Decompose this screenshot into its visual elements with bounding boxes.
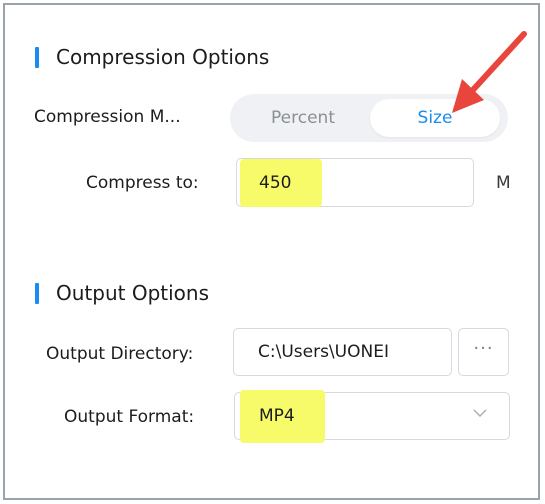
- compress-unit-label: M: [496, 173, 511, 193]
- section-accent-bar: [35, 46, 39, 68]
- output-directory-input[interactable]: C:\Users\UONEI: [233, 328, 452, 376]
- compression-section-title: Compression Options: [56, 45, 270, 69]
- output-format-label: Output Format:: [64, 407, 195, 427]
- chevron-down-icon[interactable]: [472, 405, 488, 421]
- browse-directory-button[interactable]: ···: [458, 328, 509, 376]
- output-format-value: MP4: [259, 406, 295, 426]
- compression-mode-label: Compression M...: [34, 107, 181, 127]
- output-directory-label: Output Directory:: [46, 344, 194, 364]
- compression-mode-toggle: Percent Size: [230, 94, 508, 142]
- output-format-select[interactable]: MP4: [234, 390, 510, 443]
- compress-to-input[interactable]: 450: [236, 158, 474, 207]
- output-section-header: Output Options: [35, 281, 209, 305]
- section-accent-bar: [35, 282, 39, 304]
- output-directory-value: C:\Users\UONEI: [258, 342, 389, 362]
- mode-size-option[interactable]: Size: [370, 99, 500, 137]
- compression-section-header: Compression Options: [35, 45, 269, 69]
- compress-to-value: 450: [259, 173, 292, 193]
- mode-percent-option[interactable]: Percent: [238, 99, 368, 137]
- output-section-title: Output Options: [56, 281, 209, 305]
- compress-to-label: Compress to:: [86, 173, 199, 193]
